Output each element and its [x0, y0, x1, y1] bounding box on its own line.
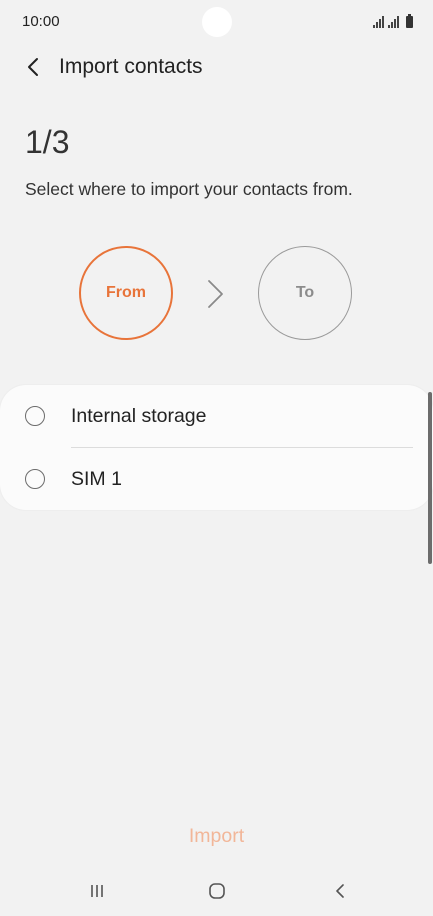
option-label: SIM 1 — [71, 468, 122, 490]
battery-icon — [406, 14, 413, 28]
status-bar: 10:00 — [0, 0, 433, 44]
recent-apps-icon — [91, 885, 103, 897]
source-options-list: Internal storage SIM 1 — [0, 385, 433, 510]
chevron-right-icon — [208, 280, 223, 308]
step-to-label: To — [295, 284, 315, 301]
option-sim-1[interactable]: SIM 1 — [0, 448, 433, 510]
home-button[interactable] — [197, 876, 237, 906]
signal-icon — [388, 16, 399, 28]
recent-apps-button[interactable] — [77, 876, 117, 906]
instruction-text: Select where to import your contacts fro… — [25, 179, 353, 199]
home-icon — [209, 883, 225, 899]
nav-back-button[interactable] — [320, 876, 360, 906]
status-icons — [373, 12, 413, 28]
step-to-indicator: To — [258, 246, 352, 340]
signal-icon — [373, 16, 384, 28]
chevron-left-icon — [28, 58, 38, 76]
import-button[interactable]: Import — [0, 818, 433, 854]
option-internal-storage[interactable]: Internal storage — [0, 385, 433, 448]
page-title: Import contacts — [59, 55, 203, 78]
radio-button[interactable] — [25, 469, 45, 489]
status-time: 10:00 — [22, 13, 60, 30]
radio-button[interactable] — [25, 406, 45, 426]
navigation-bar — [0, 866, 433, 916]
app-header: Import contacts — [0, 44, 433, 90]
option-label: Internal storage — [71, 405, 207, 427]
step-from-indicator: From — [79, 246, 173, 340]
camera-cutout — [202, 7, 232, 37]
scrollbar[interactable] — [428, 392, 432, 564]
step-from-label: From — [106, 284, 146, 301]
step-counter: 1/3 — [25, 124, 70, 160]
back-button[interactable] — [18, 52, 48, 82]
back-icon — [336, 884, 344, 898]
